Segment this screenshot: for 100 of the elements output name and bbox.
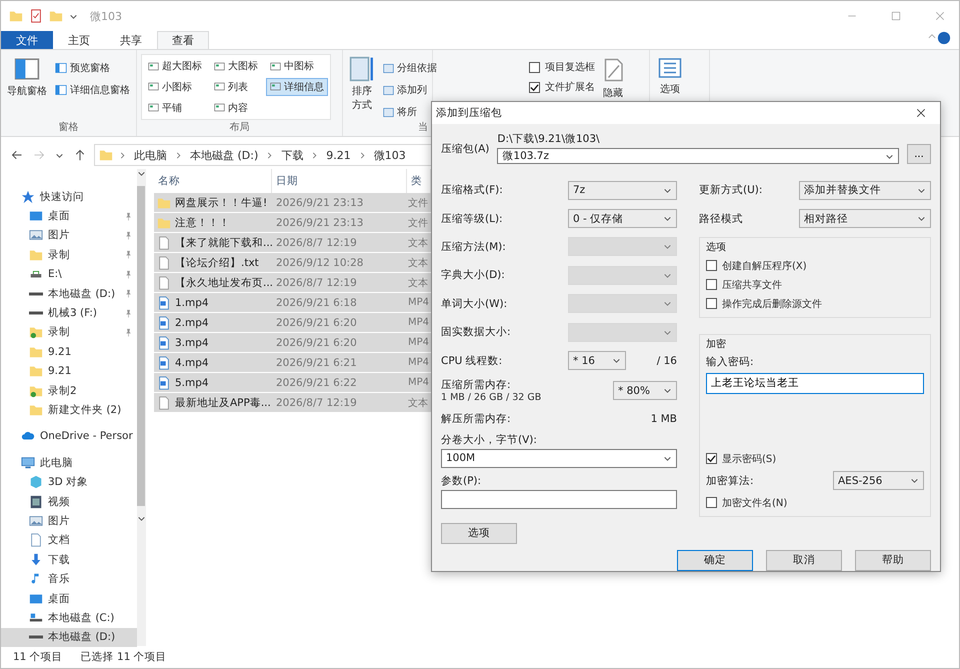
sidebar-item[interactable]: 机械3 (F:) <box>1 303 137 323</box>
file-row[interactable]: 【永久地址发布页... 2026/8/7 12:19 文本 <box>154 273 431 292</box>
sort-button[interactable]: 排序方式 <box>347 54 377 120</box>
sidebar-item[interactable]: 此电脑 <box>1 453 137 472</box>
sidebar-item[interactable]: 文档 <box>1 530 137 550</box>
dialog-button[interactable]: 取消 <box>766 550 842 571</box>
file-row[interactable]: 1.mp4 2026/9/21 6:18 MP4 <box>154 293 431 312</box>
layout-option[interactable]: 详细信息 <box>266 78 328 96</box>
folder-icon <box>157 196 171 210</box>
file-row[interactable]: 4.mp4 2026/9/21 6:21 MP4 <box>154 353 431 372</box>
picture-icon <box>29 514 43 528</box>
archive-name-field[interactable]: 微103.7z <box>497 148 899 164</box>
file-row[interactable]: 3.mp4 2026/9/21 6:20 MP4 <box>154 333 431 352</box>
dropdown[interactable]: 相对路径 <box>799 209 931 228</box>
columns-icon <box>383 84 394 96</box>
sort-grid-icon <box>349 56 375 82</box>
checkbox[interactable]: 显示密码(S) <box>706 452 924 466</box>
checkbox[interactable]: 加密文件名(N) <box>706 496 924 510</box>
parameters-field[interactable] <box>441 490 677 509</box>
file-row[interactable]: 5.mp4 2026/9/21 6:22 MP4 <box>154 373 431 392</box>
sidebar-item[interactable]: 录制2 <box>1 380 137 400</box>
group-label: 布局 <box>230 121 250 134</box>
download-arrow-icon <box>29 552 43 567</box>
pane-option-button[interactable]: 预览窗格 <box>53 60 132 76</box>
address-bar[interactable]: 此电脑 本地磁盘 (D:) 下载 9.21 微103 <box>94 144 434 166</box>
layout-option[interactable]: 内容 <box>210 98 262 117</box>
file-type: 文件 <box>407 216 429 230</box>
sidebar-item[interactable]: 快速访问 <box>1 187 137 206</box>
hide-button[interactable]: 隐藏 <box>599 54 627 134</box>
sidebar-item[interactable]: 录制 <box>1 245 137 265</box>
file-row[interactable]: 最新地址及APP毒... 2026/8/7 12:19 文本 <box>154 393 431 412</box>
file-row[interactable]: 2.mp4 2026/9/21 6:20 MP4 <box>154 313 431 332</box>
scrollbar[interactable] <box>136 169 146 646</box>
dialog-button[interactable]: 帮助 <box>855 550 931 571</box>
pane-option-button[interactable]: 详细信息窗格 <box>53 82 132 98</box>
breadcrumb[interactable]: 此电脑 <box>132 148 169 162</box>
file-row[interactable]: 【论坛介绍】.txt 2026/9/12 10:28 文本 <box>154 253 431 272</box>
layout-option[interactable]: 大图标 <box>210 57 262 76</box>
sidebar-item[interactable]: 视频 <box>1 492 137 512</box>
checkbox[interactable]: 压缩共享文件 <box>706 278 924 292</box>
breadcrumb[interactable]: 微103 <box>372 148 408 162</box>
ribbon-tab[interactable]: 文件 <box>1 31 53 49</box>
sidebar-item[interactable]: E:\ <box>1 264 137 284</box>
pin-icon <box>124 250 133 260</box>
checkbox[interactable]: 创建自解压程序(X) <box>706 258 924 273</box>
ribbon-tab[interactable]: 查看 <box>157 31 209 49</box>
breadcrumb[interactable]: 9.21 <box>324 148 353 162</box>
sidebar-item[interactable]: OneDrive - Persor <box>1 426 137 446</box>
layout-option[interactable]: 平铺 <box>144 98 206 117</box>
checkbox[interactable]: 文件扩展名 <box>529 80 595 94</box>
options-button[interactable]: 选项 <box>441 522 517 544</box>
breadcrumb[interactable]: 本地磁盘 (D:) <box>188 148 260 162</box>
file-date: 2026/8/7 12:19 <box>275 236 358 248</box>
dropdown[interactable]: 7z <box>568 180 677 200</box>
pane-layout-icon <box>55 62 67 74</box>
layout-option[interactable]: 中图标 <box>266 57 328 76</box>
folder-icon <box>29 248 43 262</box>
sidebar-item[interactable]: 下载 <box>1 550 137 570</box>
file-row[interactable]: 【来了就能下载和... 2026/8/7 12:19 文本 <box>154 233 431 252</box>
sidebar-item[interactable]: 本地磁盘 (D:) <box>1 628 137 647</box>
view-icon <box>270 60 281 72</box>
sidebar-item[interactable]: 新建文件夹 (2) <box>1 400 137 420</box>
sidebar-item[interactable]: 3D 对象 <box>1 472 137 492</box>
view-option-button[interactable]: 分组依据 <box>381 60 439 76</box>
sidebar-item[interactable]: 9.21 <box>1 362 137 381</box>
dropdown[interactable]: 0 - 仅存储 <box>568 209 677 228</box>
file-row[interactable]: 网盘展示！！牛逼! 2026/9/21 23:13 文件 <box>154 193 431 212</box>
folder-icon <box>29 402 43 417</box>
dropdown[interactable]: 添加并替换文件 <box>799 180 931 200</box>
ribbon-tab[interactable]: 主页 <box>53 31 105 49</box>
sidebar-item[interactable]: 图片 <box>1 511 137 531</box>
sidebar-item[interactable]: 图片 <box>1 226 137 246</box>
view-icon <box>214 60 225 72</box>
layout-option[interactable]: 小图标 <box>144 78 206 96</box>
view-option-button[interactable]: 添加列 <box>381 82 439 98</box>
dropdown[interactable]: * 80% <box>613 381 677 400</box>
navigation-pane-button[interactable]: 导航窗格 <box>5 54 49 120</box>
checkmark-icon <box>707 454 716 464</box>
ribbon-tab[interactable]: 共享 <box>105 31 157 49</box>
sidebar-item[interactable]: 音乐 <box>1 569 137 589</box>
sidebar-item[interactable]: 本地磁盘 (D:) <box>1 284 137 304</box>
checkbox[interactable]: 项目复选框 <box>529 60 595 74</box>
file-row[interactable]: 注意！！！ 2026/9/21 23:13 文件 <box>154 213 431 232</box>
breadcrumb[interactable]: 下载 <box>279 148 306 162</box>
layout-option[interactable]: 超大图标 <box>144 57 206 76</box>
dialog-button[interactable]: 确定 <box>677 550 753 571</box>
volume-size-field[interactable]: 100M <box>441 448 677 468</box>
sidebar-item[interactable]: 桌面 <box>1 588 137 608</box>
file-name: 4.mp4 <box>154 356 272 370</box>
sidebar-item[interactable]: 本地磁盘 (C:) <box>1 608 137 628</box>
layout-option[interactable]: 列表 <box>210 78 262 96</box>
password-field[interactable]: 上老王论坛当老王 <box>706 372 924 394</box>
sidebar-item[interactable]: 9.21 <box>1 342 137 362</box>
file-name: 1.mp4 <box>154 296 272 310</box>
dropdown[interactable]: AES-256 <box>833 471 924 490</box>
sidebar-item[interactable]: 桌面 <box>1 206 137 226</box>
checkbox[interactable]: 操作完成后删除源文件 <box>706 296 924 311</box>
browse-button[interactable]: ... <box>907 144 931 164</box>
dropdown[interactable]: * 16 <box>568 351 626 370</box>
sidebar-item[interactable]: 录制 <box>1 322 137 342</box>
